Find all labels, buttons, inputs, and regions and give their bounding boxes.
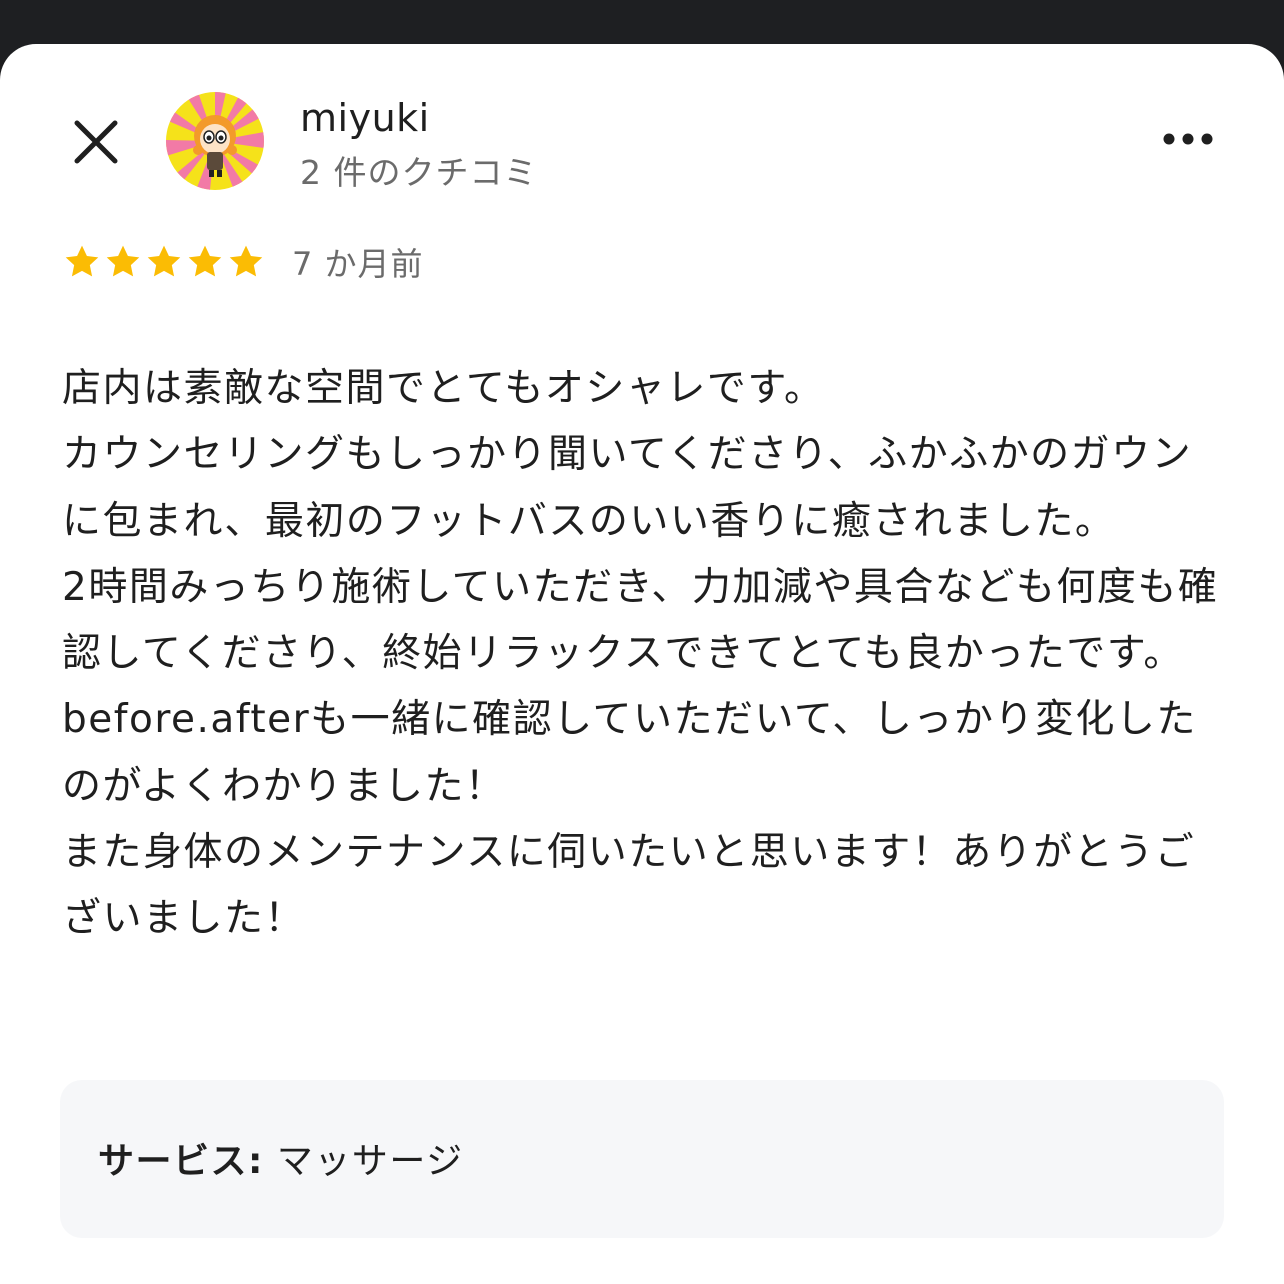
rating-row: 7 か月前 xyxy=(62,240,424,284)
star-icon xyxy=(106,245,140,277)
service-label: サービス: xyxy=(98,1141,264,1182)
star-icon xyxy=(65,245,99,277)
more-horizontal-icon xyxy=(1163,133,1213,145)
avatar[interactable] xyxy=(166,92,264,190)
more-options-button[interactable] xyxy=(1150,114,1226,164)
review-sheet: miyuki 2 件のクチコミ 7 か月前 店内は素敵な空間でとてもオシャレです… xyxy=(0,44,1284,1284)
star-rating xyxy=(62,242,266,282)
star-icon xyxy=(188,245,222,277)
star-icon xyxy=(229,245,263,277)
close-button[interactable] xyxy=(64,110,128,174)
service-info-box: サービス: マッサージ xyxy=(60,1080,1224,1238)
close-icon xyxy=(74,120,118,164)
reviewer-name[interactable]: miyuki xyxy=(300,96,430,140)
service-value: マッサージ xyxy=(276,1141,464,1182)
star-icon xyxy=(147,245,181,277)
review-text: 店内は素敵な空間でとてもオシャレです。 カウンセリングもしっかり聞いてくださり、… xyxy=(62,366,1219,942)
review-count: 2 件のクチコミ xyxy=(300,153,538,192)
service-line: サービス: マッサージ xyxy=(98,1132,464,1184)
review-time: 7 か月前 xyxy=(292,245,424,283)
